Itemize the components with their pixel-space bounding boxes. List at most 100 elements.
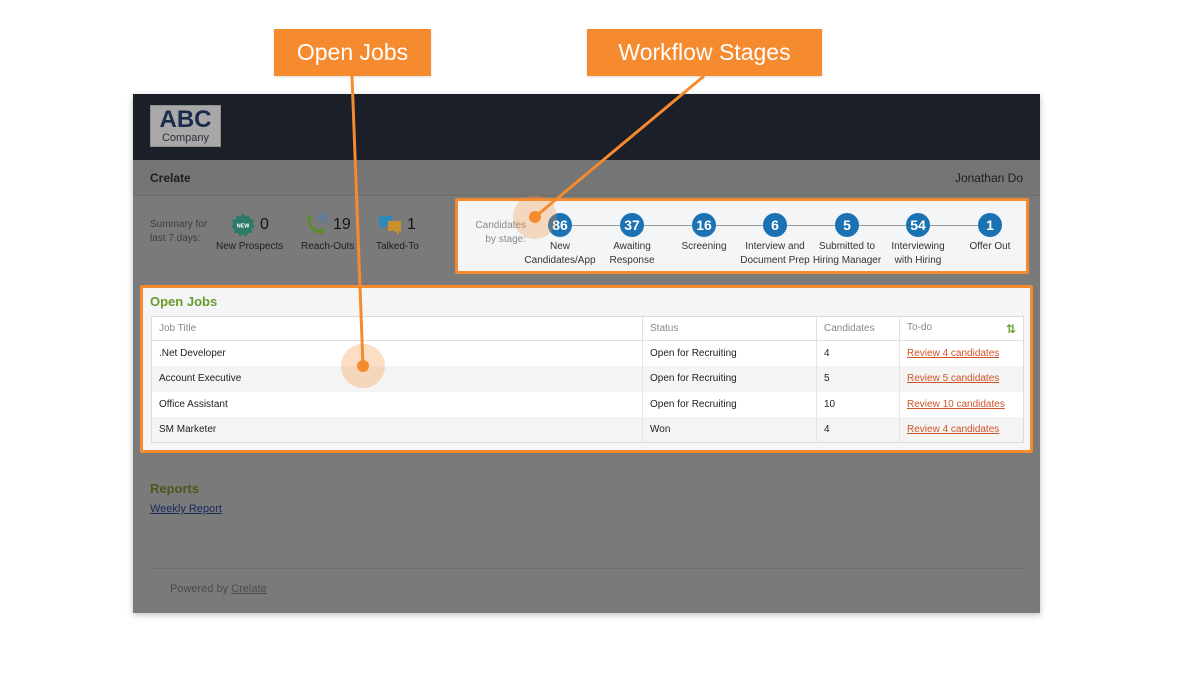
candidates-cell: 4 [816, 417, 900, 443]
column-header-status[interactable]: Status [642, 316, 817, 341]
stage-count: 5 [835, 213, 859, 237]
table-header-row: Job Title Status Candidates To-do ⇅ [151, 316, 1024, 341]
open-jobs-panel: Open Jobs Job Title Status Candidates To… [140, 285, 1033, 453]
summary-label: Summary for last 7 days: [150, 218, 207, 246]
column-header-candidates[interactable]: Candidates [816, 316, 900, 341]
status-cell: Won [642, 417, 817, 443]
job-title-cell[interactable]: Account Executive [151, 366, 643, 392]
stage-interview-doc-prep[interactable]: 6 Interview and Document Prep [735, 213, 815, 268]
job-title-cell[interactable]: SM Marketer [151, 417, 643, 443]
stage-awaiting-response[interactable]: 37 Awaiting Response [592, 213, 672, 268]
summary-section: Summary for last 7 days: NEW 0 New Prosp… [150, 212, 450, 262]
stages-label-line: Candidates [475, 220, 526, 231]
brand-name: Crelate [150, 171, 191, 185]
status-cell: Open for Recruiting [642, 340, 817, 366]
table-row[interactable]: .Net Developer Open for Recruiting 4 Rev… [151, 340, 1024, 367]
callout-workflow-stages: Workflow Stages [587, 29, 822, 76]
stage-name-line: Document Prep [740, 255, 810, 266]
stage-name-line: Screening [681, 241, 727, 252]
stage-name: Interview and Document Prep [735, 240, 815, 268]
stage-name: Offer Out [950, 240, 1030, 254]
stage-new-candidates[interactable]: 86 New Candidates/App [520, 213, 600, 268]
stage-name-line: Interviewing [891, 241, 945, 252]
stage-interviewing-hiring[interactable]: 54 Interviewing with Hiring [878, 213, 958, 268]
review-candidates-link[interactable]: Review 5 candidates [907, 373, 999, 384]
company-logo[interactable]: ABC Company [150, 105, 221, 147]
refresh-icon[interactable]: ⇅ [1006, 322, 1016, 336]
app-window: ABC Company Crelate Jonathan Do Summary … [133, 94, 1040, 613]
stage-name: New Candidates/App [520, 240, 600, 268]
stat-value: 19 [333, 216, 351, 233]
todo-header-label: To-do [907, 321, 933, 333]
candidates-cell: 4 [816, 340, 900, 366]
review-candidates-link[interactable]: Review 10 candidates [907, 399, 1005, 410]
stage-name-line: New [549, 241, 570, 252]
stage-name-line: Interview and [745, 241, 805, 252]
stage-screening[interactable]: 16 Screening [664, 213, 744, 254]
callout-open-jobs: Open Jobs [274, 29, 431, 76]
stages-label: Candidates by stage: [470, 219, 526, 247]
stat-value: 1 [407, 216, 416, 233]
logo-main-text: ABC [159, 106, 212, 133]
stage-name: Interviewing with Hiring [878, 240, 958, 268]
stage-name-line: Hiring Manager [812, 255, 882, 266]
top-bar: ABC Company [133, 94, 1040, 160]
stage-name-line: Offer Out [969, 241, 1011, 252]
stage-count: 1 [978, 213, 1002, 237]
stage-count: 54 [906, 213, 930, 237]
stage-name-line: with Hiring [894, 255, 942, 266]
stat-label: New Prospects [216, 241, 284, 252]
sub-header: Crelate Jonathan Do [133, 160, 1040, 196]
open-jobs-title: Open Jobs [150, 294, 218, 309]
stage-name-line: Submitted to [818, 241, 876, 252]
todo-cell: Review 4 candidates [899, 417, 1024, 443]
user-name[interactable]: Jonathan Do [955, 171, 1023, 185]
candidates-cell: 10 [816, 391, 900, 417]
stages-label-line: by stage: [485, 234, 526, 245]
table-row[interactable]: Office Assistant Open for Recruiting 10 … [151, 391, 1024, 418]
stage-count: 86 [548, 213, 572, 237]
stage-name: Submitted to Hiring Manager [807, 240, 887, 268]
new-badge-icon: NEW [231, 213, 255, 237]
logo-sub-text: Company [161, 132, 210, 144]
open-jobs-table: Job Title Status Candidates To-do ⇅ .Net… [151, 316, 1024, 443]
todo-cell: Review 10 candidates [900, 392, 1024, 418]
stage-submitted-hiring-manager[interactable]: 5 Submitted to Hiring Manager [807, 213, 887, 268]
summary-label-line: Summary for [150, 219, 208, 230]
chat-bubbles-icon [379, 216, 401, 235]
column-header-job-title[interactable]: Job Title [151, 316, 643, 341]
stage-offer-out[interactable]: 1 Offer Out [950, 213, 1030, 254]
stage-count: 16 [692, 213, 716, 237]
todo-cell: Review 5 candidates [899, 366, 1024, 392]
table-row[interactable]: Account Executive Open for Recruiting 5 … [151, 366, 1024, 392]
stat-value: 0 [260, 216, 269, 233]
summary-label-line: last 7 days: [150, 233, 201, 244]
stage-name-line: Candidates/App [524, 255, 596, 266]
status-cell: Open for Recruiting [642, 366, 817, 392]
candidates-cell: 5 [816, 366, 900, 392]
status-cell: Open for Recruiting [642, 391, 817, 417]
footer: Powered by Crelate [170, 583, 267, 595]
stage-name: Awaiting Response [592, 240, 672, 268]
review-candidates-link[interactable]: Review 4 candidates [907, 348, 999, 359]
stage-name: Screening [664, 240, 744, 254]
workflow-stages-panel: Candidates by stage: 86 New Candidates/Ap… [455, 198, 1029, 274]
footer-prefix: Powered by [170, 583, 229, 595]
job-title-cell[interactable]: Office Assistant [151, 391, 643, 417]
reports-title: Reports [150, 481, 200, 496]
stat-label: Talked-To [376, 241, 419, 252]
stage-name-line: Awaiting [613, 241, 651, 252]
phone-icon [307, 212, 329, 234]
todo-cell: Review 4 candidates [900, 341, 1024, 367]
stat-label: Reach-Outs [301, 241, 355, 252]
stage-count: 6 [763, 213, 787, 237]
job-title-cell[interactable]: .Net Developer [151, 340, 643, 366]
weekly-report-link[interactable]: Weekly Report [150, 503, 222, 515]
table-row[interactable]: SM Marketer Won 4 Review 4 candidates [151, 417, 1024, 443]
stage-count: 37 [620, 213, 644, 237]
footer-divider [151, 568, 1026, 569]
column-header-todo[interactable]: To-do ⇅ [899, 316, 1024, 341]
footer-crelate-link[interactable]: Crelate [231, 583, 266, 595]
review-candidates-link[interactable]: Review 4 candidates [907, 424, 999, 435]
stage-name-line: Response [609, 255, 655, 266]
